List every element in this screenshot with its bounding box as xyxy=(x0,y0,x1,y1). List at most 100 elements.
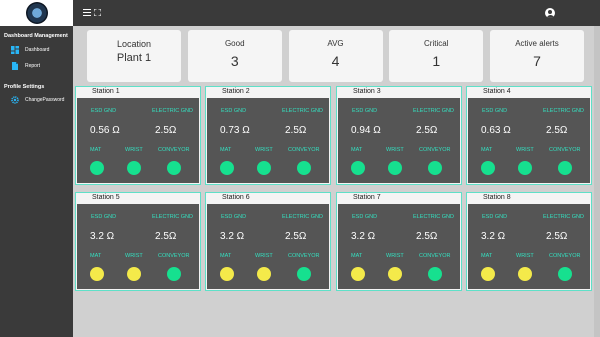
logo-box xyxy=(0,0,73,26)
conveyor-label: CONVEYOR xyxy=(288,147,320,153)
esd-gnd-value: 0.56 Ω xyxy=(90,125,120,136)
station-card[interactable]: Station 4 ESD GND ELECTRIC GND 0.63 Ω 2.… xyxy=(466,86,592,185)
electric-gnd-value: 2.5Ω xyxy=(285,231,307,242)
stat-value: 7 xyxy=(533,53,541,69)
conveyor-status-indicator xyxy=(558,161,572,175)
mat-label: MAT xyxy=(481,147,493,153)
conveyor-label: CONVEYOR xyxy=(158,253,190,259)
mat-status-indicator xyxy=(351,161,365,175)
esd-gnd-label: ESD GND xyxy=(352,108,378,114)
mat-status-indicator xyxy=(481,161,495,175)
mat-status-indicator xyxy=(481,267,495,281)
station-title: Station 7 xyxy=(337,193,461,203)
sidebar-item-dashboard[interactable]: Dashboard xyxy=(0,42,73,58)
account-icon[interactable] xyxy=(545,8,555,18)
topbar xyxy=(73,0,600,26)
stat-card-active-alerts: Active alerts 7 xyxy=(490,30,584,82)
esd-gnd-value: 0.94 Ω xyxy=(351,125,381,136)
wrist-label: WRIST xyxy=(516,147,534,153)
electric-gnd-value: 2.5Ω xyxy=(546,231,568,242)
conveyor-label: CONVEYOR xyxy=(419,147,451,153)
wrist-status-indicator xyxy=(257,161,271,175)
stat-value: Plant 1 xyxy=(116,52,152,64)
conveyor-label: CONVEYOR xyxy=(549,147,581,153)
esd-gnd-label: ESD GND xyxy=(221,214,247,220)
conveyor-status-indicator xyxy=(428,161,442,175)
electric-gnd-label: ELECTRIC GND xyxy=(413,214,454,220)
wrist-status-indicator xyxy=(388,161,402,175)
station-title: Station 2 xyxy=(206,87,330,97)
station-panel: ESD GND ELECTRIC GND 3.2 Ω 2.5Ω MAT WRIS… xyxy=(207,204,329,289)
mat-label: MAT xyxy=(220,253,232,259)
sidebar-section-profile-settings: Profile Settings xyxy=(4,84,45,90)
electric-gnd-value: 2.5Ω xyxy=(546,125,568,136)
menu-icon[interactable] xyxy=(83,9,91,16)
mat-label: MAT xyxy=(90,147,102,153)
conveyor-status-indicator xyxy=(558,267,572,281)
station-card[interactable]: Station 8 ESD GND ELECTRIC GND 3.2 Ω 2.5… xyxy=(466,192,592,291)
mat-label: MAT xyxy=(220,147,232,153)
sidebar-item-report[interactable]: Report xyxy=(0,58,73,74)
scrollbar[interactable] xyxy=(594,26,600,337)
dashboard-icon xyxy=(11,46,19,54)
mat-label: MAT xyxy=(351,253,363,259)
station-card[interactable]: Station 5 ESD GND ELECTRIC GND 3.2 Ω 2.5… xyxy=(75,192,201,291)
stat-label: Location xyxy=(116,39,152,49)
esd-gnd-value: 3.2 Ω xyxy=(220,231,245,242)
stat-card-avg: AVG 4 xyxy=(288,30,383,82)
station-panel: ESD GND ELECTRIC GND 0.73 Ω 2.5Ω MAT WRI… xyxy=(207,98,329,183)
conveyor-label: CONVEYOR xyxy=(158,147,190,153)
mat-status-indicator xyxy=(220,267,234,281)
electric-gnd-value: 2.5Ω xyxy=(285,125,307,136)
fullscreen-icon[interactable] xyxy=(94,9,101,16)
mat-status-indicator xyxy=(90,161,104,175)
wrist-status-indicator xyxy=(127,161,141,175)
esd-gnd-value: 3.2 Ω xyxy=(481,231,506,242)
electric-gnd-value: 2.5Ω xyxy=(416,231,438,242)
mat-label: MAT xyxy=(351,147,363,153)
stat-label: Critical xyxy=(424,39,449,48)
sidebar-item-label: Report xyxy=(25,63,41,69)
sidebar-item-change-password[interactable]: ChangePassword xyxy=(0,92,73,108)
stat-value: 3 xyxy=(230,53,239,69)
mat-status-indicator xyxy=(220,161,234,175)
electric-gnd-value: 2.5Ω xyxy=(416,125,438,136)
esd-gnd-label: ESD GND xyxy=(91,214,117,220)
mat-label: MAT xyxy=(90,253,102,259)
station-card[interactable]: Station 3 ESD GND ELECTRIC GND 0.94 Ω 2.… xyxy=(336,86,462,185)
wrist-label: WRIST xyxy=(516,253,534,259)
esd-gnd-label: ESD GND xyxy=(482,214,508,220)
wrist-status-indicator xyxy=(518,267,532,281)
mat-label: MAT xyxy=(481,253,493,259)
station-title: Station 4 xyxy=(467,87,591,97)
wrist-label: WRIST xyxy=(125,147,143,153)
stat-label: AVG xyxy=(327,39,344,48)
report-icon xyxy=(12,62,18,70)
esd-gnd-value: 0.63 Ω xyxy=(481,125,511,136)
stat-label: Active alerts xyxy=(515,39,559,48)
station-card[interactable]: Station 7 ESD GND ELECTRIC GND 3.2 Ω 2.5… xyxy=(336,192,462,291)
station-card[interactable]: Station 2 ESD GND ELECTRIC GND 0.73 Ω 2.… xyxy=(205,86,331,185)
conveyor-status-indicator xyxy=(297,161,311,175)
wrist-status-indicator xyxy=(388,267,402,281)
conveyor-status-indicator xyxy=(167,161,181,175)
wrist-label: WRIST xyxy=(255,253,273,259)
electric-gnd-value: 2.5Ω xyxy=(155,231,177,242)
electric-gnd-label: ELECTRIC GND xyxy=(413,108,454,114)
sidebar-section-dashboard-management: Dashboard Management xyxy=(4,33,68,39)
station-card[interactable]: Station 6 ESD GND ELECTRIC GND 3.2 Ω 2.5… xyxy=(205,192,331,291)
station-title: Station 8 xyxy=(467,193,591,203)
esd-gnd-value: 0.73 Ω xyxy=(220,125,250,136)
wrist-label: WRIST xyxy=(386,147,404,153)
wrist-label: WRIST xyxy=(255,147,273,153)
electric-gnd-label: ELECTRIC GND xyxy=(282,214,323,220)
wrist-label: WRIST xyxy=(125,253,143,259)
sidebar-item-label: ChangePassword xyxy=(25,97,65,103)
wrist-status-indicator xyxy=(518,161,532,175)
station-panel: ESD GND ELECTRIC GND 0.56 Ω 2.5Ω MAT WRI… xyxy=(77,98,199,183)
stat-card-good: Good 3 xyxy=(187,30,282,82)
station-card[interactable]: Station 1 ESD GND ELECTRIC GND 0.56 Ω 2.… xyxy=(75,86,201,185)
station-panel: ESD GND ELECTRIC GND 3.2 Ω 2.5Ω MAT WRIS… xyxy=(77,204,199,289)
station-panel: ESD GND ELECTRIC GND 3.2 Ω 2.5Ω MAT WRIS… xyxy=(468,204,590,289)
esd-gnd-label: ESD GND xyxy=(352,214,378,220)
